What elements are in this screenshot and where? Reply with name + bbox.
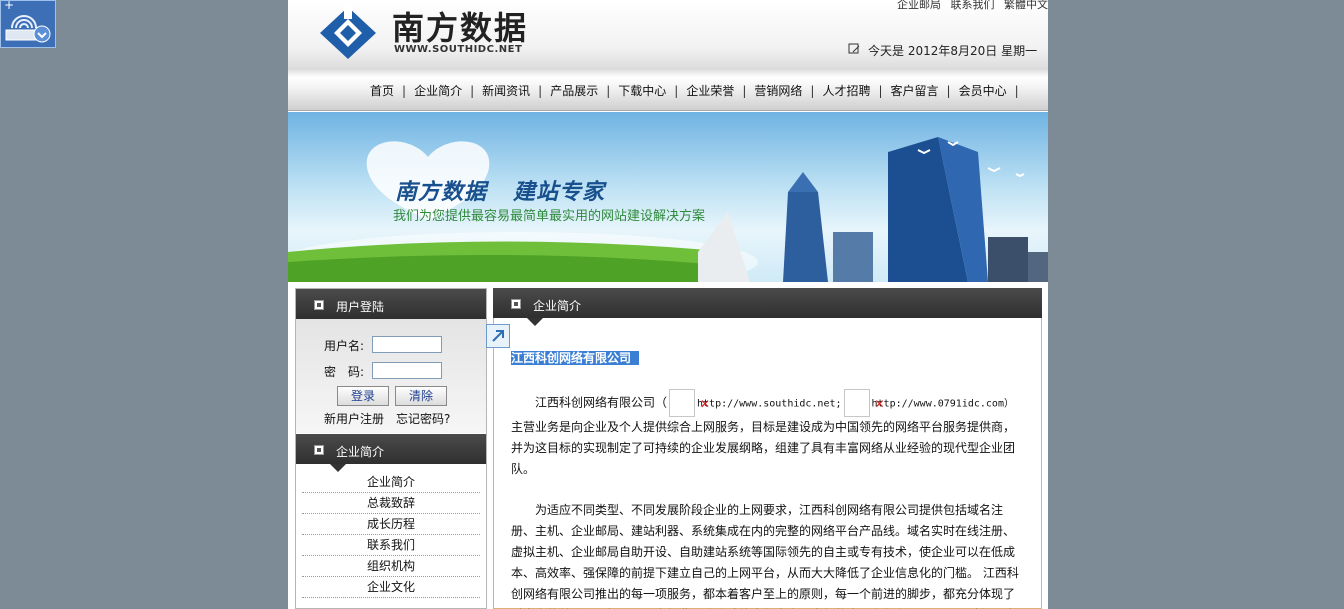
header-notch (527, 318, 543, 326)
top-link-contact[interactable]: 联系我们 (951, 0, 995, 11)
header-notch (330, 464, 346, 472)
date-text: 今天是 2012年8月20日 星期一 (868, 44, 1038, 58)
top-link-traditional[interactable]: 繁體中文 (1004, 0, 1048, 11)
logo-text: 南方数据 (392, 9, 529, 47)
expand-arrow-icon[interactable] (486, 324, 510, 348)
about-menu-item[interactable]: 总裁致辞 (302, 493, 480, 514)
url-southidc[interactable]: http://www.southidc.net; (697, 399, 842, 410)
about-panel-header: 企业简介 (296, 434, 486, 472)
about-menu-item[interactable]: 企业简介 (302, 472, 480, 493)
username-row: 用户名: (324, 336, 442, 354)
nav-jobs[interactable]: 人才招聘 (822, 82, 890, 99)
about-menu: 企业简介 总裁致辞 成长历程 联系我们 组织机构 企业文化 (296, 472, 486, 598)
broken-image-icon (669, 389, 710, 417)
banner-slogan-left: 南方数据 (395, 180, 488, 205)
intro-prefix: 江西科创网络有限公司（ (535, 395, 668, 410)
forgot-password-link[interactable]: 忘记密码? (396, 412, 450, 426)
username-input[interactable] (372, 336, 442, 353)
article-body: 江西科创网络有限公司 江西科创网络有限公司（ http://www.southid… (511, 348, 1023, 609)
main-panel-title: 企业简介 (533, 299, 582, 313)
web-page: 南方数据 WWW.SOUTHIDC.NET 企业邮局 联系我们 繁體中文 今天是… (288, 0, 1048, 609)
desktop-shortcut-icon[interactable]: + (0, 0, 56, 48)
nav-honors[interactable]: 企业荣誉 (686, 82, 754, 99)
username-label: 用户名: (324, 339, 365, 353)
password-label: 密 码: (324, 365, 365, 379)
login-panel-header: 用户登陆 (296, 289, 486, 327)
about-panel-title: 企业简介 (336, 445, 385, 459)
banner-slogan-right: 建站专家 (513, 180, 606, 205)
bullet-icon (314, 445, 324, 455)
nav-products[interactable]: 产品展示 (550, 82, 618, 99)
company-logo-icon (320, 5, 376, 59)
main-panel-header: 企业简介 (493, 288, 1042, 326)
date-bar: 今天是 2012年8月20日 星期一 (848, 42, 1037, 59)
about-menu-item[interactable]: 组织机构 (302, 556, 480, 577)
url-0791idc[interactable]: http://www.0791idc.com） (872, 399, 1014, 410)
left-sidebar: 用户登陆 用户名: 密 码: 登录 清除 新用户注册 忘记密码? 企业简介 企业简 (295, 288, 487, 609)
main-content: 企业简介 江西科创网络有限公司 江西科创网络有限公司（ http://www.so… (486, 288, 1042, 609)
clear-button[interactable]: 清除 (395, 386, 447, 406)
nav-network[interactable]: 营销网络 (754, 82, 822, 99)
main-nav: 首页 企业简介 新闻资讯 产品展示 下载中心 企业荣誉 营销网络 人才招聘 客户… (288, 68, 1048, 111)
top-links: 企业邮局 联系我们 繁體中文 (891, 0, 1048, 12)
nav-news[interactable]: 新闻资讯 (482, 82, 550, 99)
nav-home[interactable]: 首页 (370, 82, 414, 99)
nav-about[interactable]: 企业简介 (414, 82, 482, 99)
login-panel-title: 用户登陆 (336, 300, 385, 314)
intro-rest: 主营业务是向企业及个人提供综合上网服务，目标是建设成为中国领先的网络平台服务提供… (511, 420, 1016, 476)
site-header: 南方数据 WWW.SOUTHIDC.NET 企业邮局 联系我们 繁體中文 今天是… (288, 0, 1048, 68)
intro-paragraph: 江西科创网络有限公司（ http://www.southidc.net; http:… (511, 389, 1023, 480)
bullet-icon (511, 299, 521, 309)
company-heading: 江西科创网络有限公司 (511, 351, 640, 365)
nav-members[interactable]: 会员中心 (959, 82, 1019, 99)
about-menu-item[interactable]: 成长历程 (302, 514, 480, 535)
services-paragraph: 为适应不同类型、不同发展阶段企业的上网要求，江西科创网络有限公司提供包括域名注册… (511, 503, 1019, 609)
about-menu-item[interactable]: 企业文化 (302, 577, 480, 598)
nav-downloads[interactable]: 下载中心 (618, 82, 686, 99)
about-menu-item[interactable]: 联系我们 (302, 535, 480, 556)
login-button[interactable]: 登录 (337, 386, 389, 406)
top-link-mail[interactable]: 企业邮局 (897, 0, 941, 11)
nav-guestbook[interactable]: 客户留言 (891, 82, 959, 99)
login-links: 新用户注册 忘记密码? (324, 410, 450, 427)
hero-banner: 南方数据 建站专家 我们为您提供最容易最简单最实用的网站建设解决方案 (288, 112, 1048, 282)
fingerprint-drive-icon (5, 15, 51, 43)
password-row: 密 码: (324, 362, 442, 380)
broken-image-icon (843, 389, 885, 417)
banner-slogan: 南方数据 建站专家 (395, 174, 605, 206)
register-link[interactable]: 新用户注册 (324, 412, 384, 426)
banner-tagline: 我们为您提供最容易最简单最实用的网站建设解决方案 (393, 209, 706, 224)
login-form: 用户名: 密 码: 登录 清除 新用户注册 忘记密码? (296, 319, 486, 433)
logo-url: WWW.SOUTHIDC.NET (394, 44, 523, 55)
note-icon (848, 43, 860, 58)
bullet-icon (314, 300, 324, 310)
password-input[interactable] (372, 362, 442, 379)
